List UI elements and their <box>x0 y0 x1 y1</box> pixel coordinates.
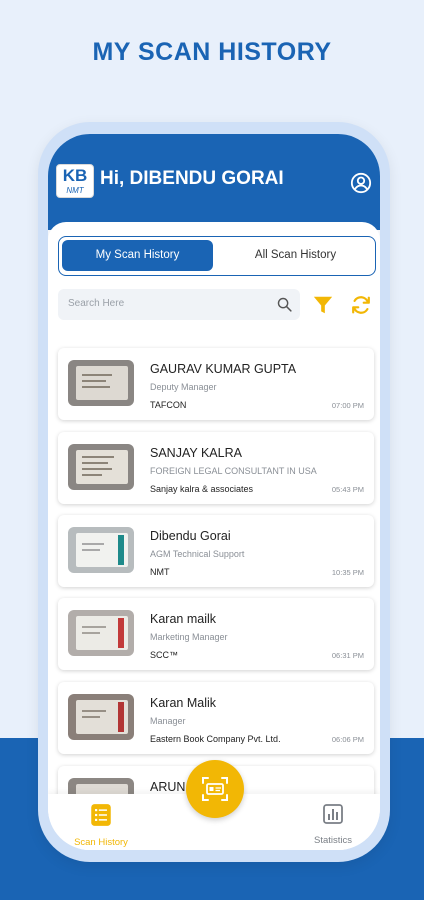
main-content: My Scan History All Scan History Search … <box>48 222 380 850</box>
card-role: Marketing Manager <box>150 632 228 642</box>
card-role: Deputy Manager <box>150 382 217 392</box>
card-name: Karan Malik <box>150 696 216 710</box>
card-time: 05:43 PM <box>331 485 364 494</box>
nav-scan-history-label: Scan History <box>74 837 128 848</box>
card-thumbnail <box>68 527 134 573</box>
search-input[interactable]: Search Here <box>58 289 300 320</box>
card-role: AGM Technical Support <box>150 549 245 559</box>
statistics-icon <box>323 804 343 824</box>
card-role: FOREIGN LEGAL CONSULTANT IN USA <box>150 466 317 476</box>
card-name: Karan mailk <box>150 612 216 626</box>
card-company: Sanjay kalra & associates <box>150 484 254 494</box>
card-name: ARUN <box>150 780 186 794</box>
nav-statistics-label: Statistics <box>313 835 352 846</box>
logo-subtext: NMT <box>66 186 84 195</box>
refresh-icon[interactable] <box>350 294 372 316</box>
card-thumbnail <box>68 610 134 656</box>
scan-history-icon <box>91 804 111 826</box>
nav-statistics[interactable]: Statistics <box>298 802 368 846</box>
search-placeholder: Search Here <box>68 298 125 309</box>
scan-history-card[interactable]: GAURAV KUMAR GUPTA Deputy Manager TAFCON… <box>58 348 374 420</box>
scan-history-card[interactable]: Karan mailk Marketing Manager SCC™ 06:31… <box>58 598 374 670</box>
app-screen: KB NMT Hi, DIBENDU GORAI My Scan History… <box>48 134 380 850</box>
scan-card-button[interactable] <box>186 760 244 818</box>
logo-text: KB <box>62 166 88 185</box>
card-company: NMT <box>150 567 170 577</box>
scan-history-card[interactable]: Dibendu Gorai AGM Technical Support NMT … <box>58 515 374 587</box>
nav-scan-history[interactable]: Scan History <box>66 802 136 848</box>
greeting-text: Hi, DIBENDU GORAI <box>100 168 284 189</box>
card-thumbnail <box>68 360 134 406</box>
card-time: 06:31 PM <box>331 651 364 660</box>
card-company: TAFCON <box>150 400 187 410</box>
tab-all-scan-history[interactable]: All Scan History <box>220 240 371 271</box>
card-time: 06:06 PM <box>331 735 364 744</box>
filter-icon[interactable] <box>312 294 334 316</box>
scan-history-card[interactable]: SANJAY KALRA FOREIGN LEGAL CONSULTANT IN… <box>58 432 374 504</box>
card-thumbnail <box>68 694 134 740</box>
profile-icon[interactable] <box>350 172 372 194</box>
card-time: 07:00 PM <box>331 401 364 410</box>
tab-my-scan-history[interactable]: My Scan History <box>62 240 213 271</box>
promo-title: MY SCAN HISTORY <box>92 38 332 66</box>
app-logo: KB NMT <box>56 164 94 198</box>
card-company: SCC™ <box>150 650 179 660</box>
scan-history-card[interactable]: Karan Malik Manager Eastern Book Company… <box>58 682 374 754</box>
card-thumbnail <box>68 444 134 490</box>
card-name: Dibendu Gorai <box>150 529 231 543</box>
scan-card-icon <box>202 777 228 801</box>
card-name: SANJAY KALRA <box>150 446 242 460</box>
app-header: KB NMT Hi, DIBENDU GORAI <box>48 134 380 230</box>
card-time: 10:35 PM <box>331 568 364 577</box>
search-icon[interactable] <box>276 296 293 313</box>
card-role: Manager <box>150 716 186 726</box>
card-company: Eastern Book Company Pvt. Ltd. <box>150 734 281 744</box>
card-name: GAURAV KUMAR GUPTA <box>150 362 297 376</box>
history-tabs: My Scan History All Scan History <box>58 236 376 276</box>
